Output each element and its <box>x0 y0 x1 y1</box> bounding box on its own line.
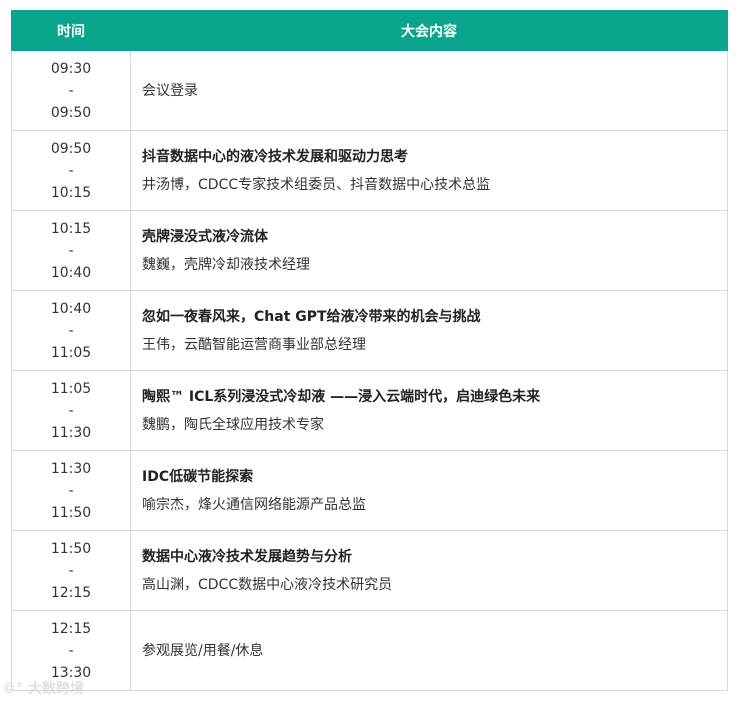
content-cell: 会议登录 <box>130 50 728 131</box>
time-separator: - <box>68 162 74 179</box>
table-row: 10:15 - 10:40 壳牌浸没式液冷流体 魏巍，壳牌冷却液技术经理 <box>11 210 728 291</box>
content-cell: 陶熙™ ICL系列浸没式冷却液 ——浸入云端时代，启迪绿色未来 魏鹏，陶氏全球应… <box>130 370 728 451</box>
time-column-header: 时间 <box>11 10 131 51</box>
start-time: 10:40 <box>50 300 92 317</box>
time-cell: 10:40 - 11:05 <box>11 290 131 371</box>
end-time: 12:15 <box>50 584 92 601</box>
agenda-body: 09:30 - 09:50 会议登录 09:50 - 10:15 抖音数据中心的… <box>11 50 728 691</box>
table-row: 09:30 - 09:50 会议登录 <box>11 50 728 131</box>
time-separator: - <box>68 482 74 499</box>
end-time: 10:15 <box>50 184 92 201</box>
time-separator: - <box>68 82 74 99</box>
session-speaker: 王伟，云酷智能运营商事业部总经理 <box>142 336 366 353</box>
session-speaker: 高山渊，CDCC数据中心液冷技术研究员 <box>142 576 393 593</box>
session-speaker: 魏巍，壳牌冷却液技术经理 <box>142 256 310 273</box>
table-row: 11:30 - 11:50 IDC低碳节能探索 喻宗杰，烽火通信网络能源产品总监 <box>11 450 728 531</box>
time-cell: 09:50 - 10:15 <box>11 130 131 211</box>
agenda-table: 时间 大会内容 09:30 - 09:50 会议登录 09:50 - 10:15… <box>11 10 728 691</box>
time-separator: - <box>68 242 74 259</box>
table-row: 09:50 - 10:15 抖音数据中心的液冷技术发展和驱动力思考 井汤博，CD… <box>11 130 728 211</box>
content-cell: 忽如一夜春风来，Chat GPT给液冷带来的机会与挑战 王伟，云酷智能运营商事业… <box>130 290 728 371</box>
session-title: 壳牌浸没式液冷流体 <box>142 228 268 245</box>
time-separator: - <box>68 562 74 579</box>
content-cell: 参观展览/用餐/休息 <box>130 610 728 691</box>
start-time: 09:30 <box>50 60 92 77</box>
time-separator: - <box>68 642 74 659</box>
session-speaker: 井汤博，CDCC专家技术组委员、抖音数据中心技术总监 <box>142 176 491 193</box>
table-row: 10:40 - 11:05 忽如一夜春风来，Chat GPT给液冷带来的机会与挑… <box>11 290 728 371</box>
time-cell: 09:30 - 09:50 <box>11 50 131 131</box>
content-cell: 壳牌浸没式液冷流体 魏巍，壳牌冷却液技术经理 <box>130 210 728 291</box>
session-speaker: 魏鹏，陶氏全球应用技术专家 <box>142 416 324 433</box>
session-text: 参观展览/用餐/休息 <box>142 642 264 659</box>
table-row: 12:15 - 13:30 参观展览/用餐/休息 <box>11 610 728 691</box>
end-time: 09:50 <box>50 104 92 121</box>
session-title: 忽如一夜春风来，Chat GPT给液冷带来的机会与挑战 <box>142 308 481 325</box>
start-time: 10:15 <box>50 220 92 237</box>
time-cell: 10:15 - 10:40 <box>11 210 131 291</box>
table-row: 11:50 - 12:15 数据中心液冷技术发展趋势与分析 高山渊，CDCC数据… <box>11 530 728 611</box>
session-title: IDC低碳节能探索 <box>142 468 254 485</box>
session-title: 抖音数据中心的液冷技术发展和驱动力思考 <box>142 148 408 165</box>
start-time: 11:30 <box>50 460 92 477</box>
start-time: 11:50 <box>50 540 92 557</box>
end-time: 11:30 <box>50 424 92 441</box>
time-separator: - <box>68 322 74 339</box>
session-title: 陶熙™ ICL系列浸没式冷却液 ——浸入云端时代，启迪绿色未来 <box>142 388 541 405</box>
agenda-table-container: 时间 大会内容 09:30 - 09:50 会议登录 09:50 - 10:15… <box>11 10 728 691</box>
watermark-logo: ©° 大数跨境 <box>2 681 84 697</box>
end-time: 11:05 <box>50 344 92 361</box>
content-cell: IDC低碳节能探索 喻宗杰，烽火通信网络能源产品总监 <box>130 450 728 531</box>
start-time: 11:05 <box>50 380 92 397</box>
content-cell: 数据中心液冷技术发展趋势与分析 高山渊，CDCC数据中心液冷技术研究员 <box>130 530 728 611</box>
content-cell: 抖音数据中心的液冷技术发展和驱动力思考 井汤博，CDCC专家技术组委员、抖音数据… <box>130 130 728 211</box>
time-cell: 11:30 - 11:50 <box>11 450 131 531</box>
start-time: 09:50 <box>50 140 92 157</box>
content-column-header: 大会内容 <box>130 10 728 51</box>
end-time: 11:50 <box>50 504 92 521</box>
session-text: 会议登录 <box>142 82 198 99</box>
table-row: 11:05 - 11:30 陶熙™ ICL系列浸没式冷却液 ——浸入云端时代，启… <box>11 370 728 451</box>
time-cell: 11:05 - 11:30 <box>11 370 131 451</box>
session-title: 数据中心液冷技术发展趋势与分析 <box>142 548 352 565</box>
end-time: 10:40 <box>50 264 92 281</box>
start-time: 12:15 <box>50 620 92 637</box>
time-separator: - <box>68 402 74 419</box>
time-cell: 11:50 - 12:15 <box>11 530 131 611</box>
table-header-row: 时间 大会内容 <box>11 10 728 51</box>
session-speaker: 喻宗杰，烽火通信网络能源产品总监 <box>142 496 366 513</box>
